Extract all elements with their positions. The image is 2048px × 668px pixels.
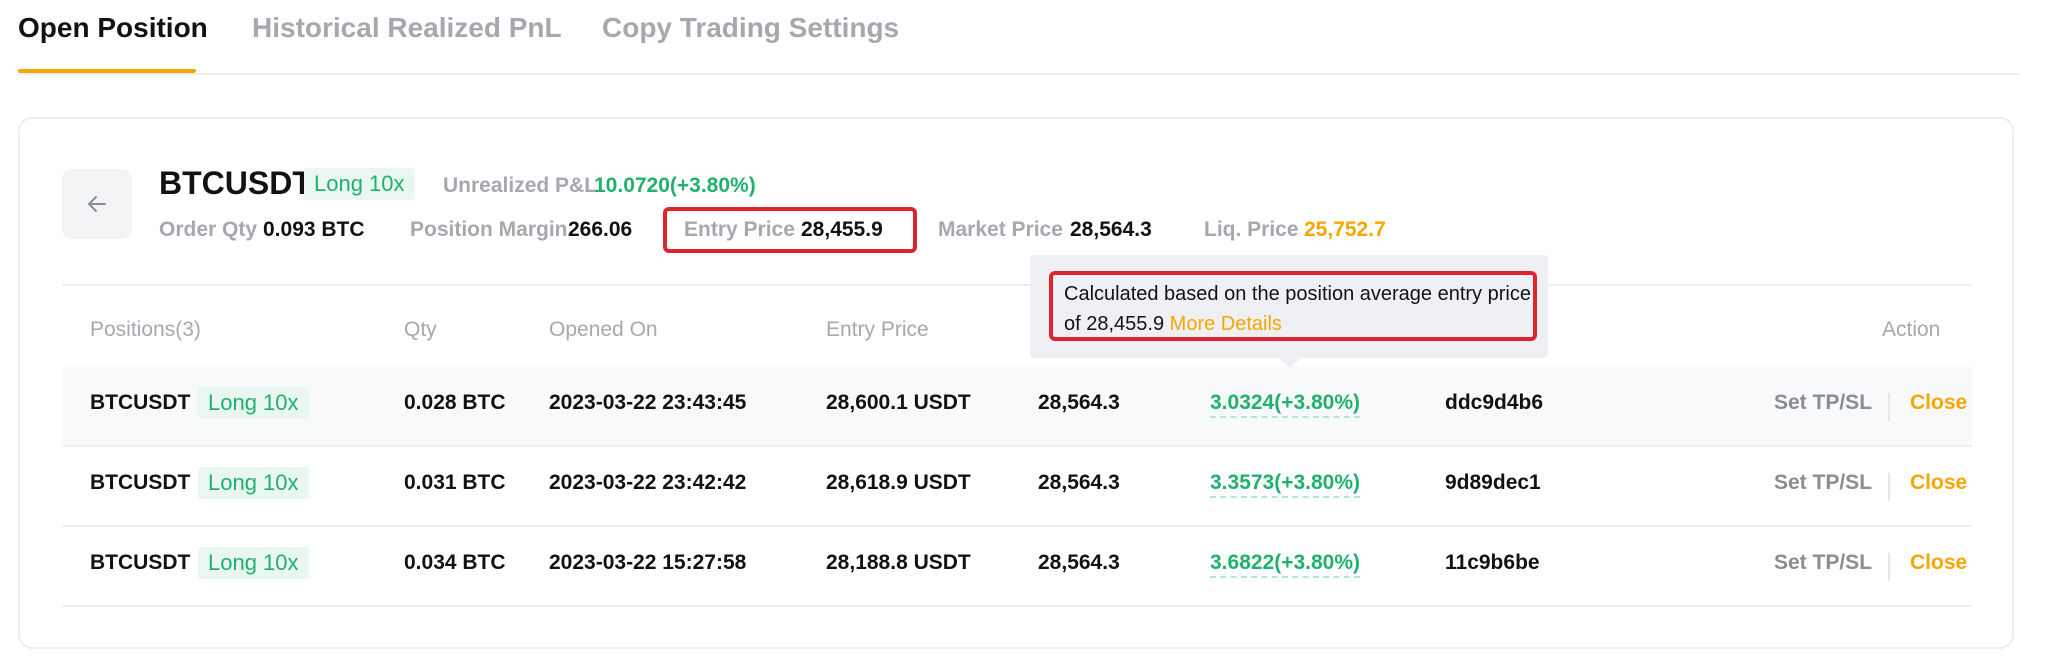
position-margin-value: 266.06: [568, 218, 633, 241]
market-price-label: Market Price: [938, 218, 1063, 241]
position-symbol: BTCUSDT: [159, 165, 312, 201]
row-entry-price: 28,618.9 USDT: [826, 471, 971, 494]
row-qty: 0.034 BTC: [404, 551, 506, 574]
row-entry-price: 28,600.1 USDT: [826, 391, 971, 414]
set-tpsl-button[interactable]: Set TP/SL: [1774, 551, 1872, 575]
row-unrealized-pnl[interactable]: 3.3573(+3.80%): [1210, 471, 1361, 498]
row-position-id: 11c9b6be: [1445, 551, 1540, 574]
row-unrealized-pnl[interactable]: 3.6822(+3.80%): [1210, 551, 1361, 578]
position-tabs: Open Position Historical Realized PnL Co…: [18, 0, 2020, 75]
row-entry-price: 28,188.8 USDT: [826, 551, 971, 574]
set-tpsl-button[interactable]: Set TP/SL: [1774, 471, 1872, 495]
row-symbol: BTCUSDT: [90, 471, 191, 494]
row-side-badge: Long 10x: [198, 387, 309, 419]
tab-copy-trading-settings[interactable]: Copy Trading Settings: [602, 12, 899, 44]
unrealized-pnl-label: Unrealized P&L: [443, 174, 598, 197]
unrealized-pnl-value: 10.0720(+3.80%): [594, 174, 756, 197]
row-position-id: ddc9d4b6: [1445, 391, 1544, 414]
table-row: BTCUSDT Long 10x 0.028 BTC 2023-03-22 23…: [62, 367, 1972, 447]
tab-open-position[interactable]: Open Position: [18, 12, 208, 44]
header-divider: [62, 284, 1972, 286]
action-divider: [1888, 393, 1890, 421]
col-action: Action: [1882, 318, 1941, 341]
tab-historical-realized-pnl[interactable]: Historical Realized PnL: [252, 12, 562, 44]
row-symbol: BTCUSDT: [90, 551, 191, 574]
row-position-id: 9d89dec1: [1445, 471, 1541, 494]
row-unrealized-pnl[interactable]: 3.0324(+3.80%): [1210, 391, 1361, 418]
table-row: BTCUSDT Long 10x 0.034 BTC 2023-03-22 15…: [62, 527, 1972, 607]
row-market-price: 28,564.3: [1038, 391, 1120, 414]
entry-price-highlight: [663, 207, 917, 253]
row-side-badge: Long 10x: [198, 547, 309, 579]
row-qty: 0.031 BTC: [404, 471, 506, 494]
table-row: BTCUSDT Long 10x 0.031 BTC 2023-03-22 23…: [62, 447, 1972, 527]
row-market-price: 28,564.3: [1038, 471, 1120, 494]
active-tab-indicator: [18, 69, 196, 73]
action-divider: [1888, 553, 1890, 581]
row-side-badge: Long 10x: [198, 467, 309, 499]
liq-price-label: Liq. Price: [1204, 218, 1299, 241]
set-tpsl-button[interactable]: Set TP/SL: [1774, 391, 1872, 415]
back-button[interactable]: [62, 169, 132, 239]
row-opened-on: 2023-03-22 23:42:42: [549, 471, 747, 494]
tooltip-highlight: [1049, 271, 1537, 341]
row-qty: 0.028 BTC: [404, 391, 506, 414]
position-margin-label: Position Margin: [410, 218, 568, 241]
tooltip-arrow: [1278, 357, 1302, 368]
position-side-badge: Long 10x: [304, 168, 415, 200]
order-qty-value: 0.093 BTC: [263, 218, 365, 241]
arrow-left-icon: [88, 196, 106, 212]
row-symbol: BTCUSDT: [90, 391, 191, 414]
row-opened-on: 2023-03-22 15:27:58: [549, 551, 747, 574]
position-card: BTCUSDT Long 10x Unrealized P&L 10.0720(…: [18, 117, 2014, 649]
close-position-button[interactable]: Close: [1910, 471, 1967, 495]
close-position-button[interactable]: Close: [1910, 391, 1967, 415]
close-position-button[interactable]: Close: [1910, 551, 1967, 575]
market-price-value: 28,564.3: [1070, 218, 1152, 241]
col-opened-on: Opened On: [549, 318, 658, 341]
row-opened-on: 2023-03-22 23:43:45: [549, 391, 747, 414]
liq-price-value: 25,752.7: [1304, 218, 1386, 241]
col-entry-price: Entry Price: [826, 318, 929, 341]
order-qty-label: Order Qty: [159, 218, 258, 241]
action-divider: [1888, 473, 1890, 501]
row-market-price: 28,564.3: [1038, 551, 1120, 574]
col-positions: Positions(3): [90, 318, 201, 341]
col-qty: Qty: [404, 318, 437, 341]
